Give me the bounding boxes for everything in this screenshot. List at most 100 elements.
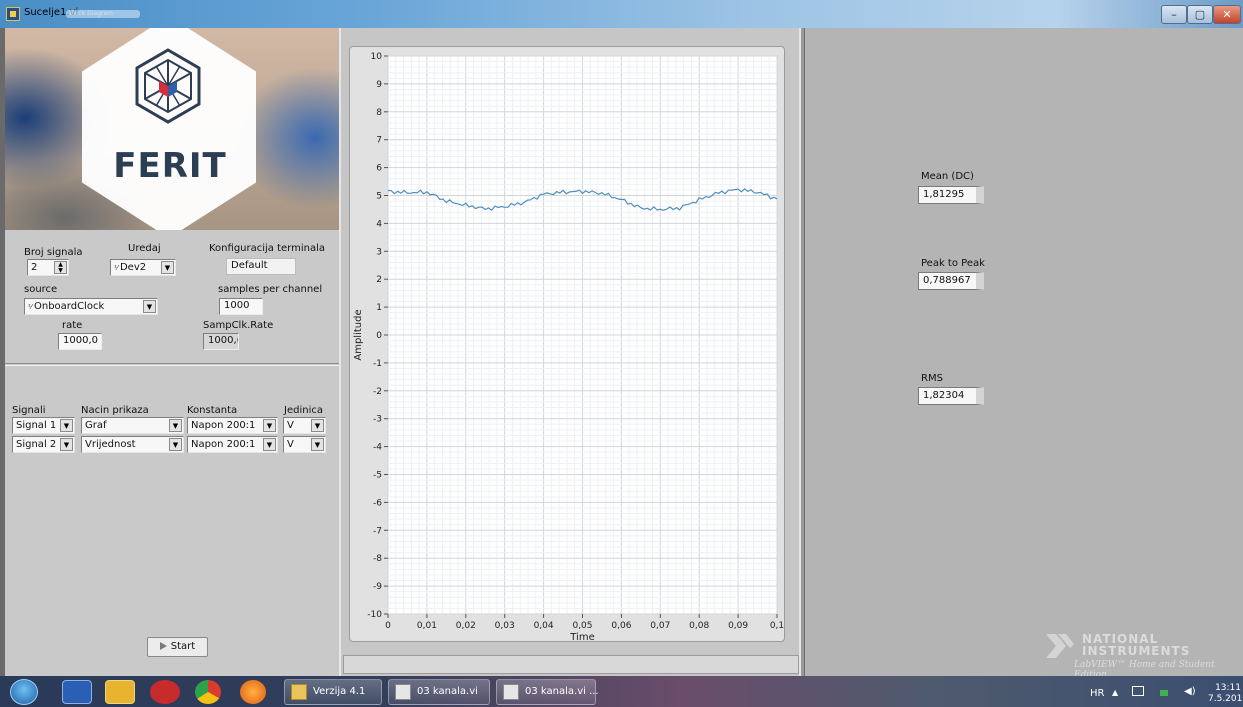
samples-input[interactable]: 1000 — [219, 298, 263, 315]
taskbar — [0, 676, 1243, 707]
start-button[interactable]: Start — [147, 637, 208, 657]
y-tick-label: 2 — [376, 275, 382, 285]
rate-label: rate — [62, 320, 83, 331]
y-tick-label: 1 — [376, 303, 382, 313]
waveform-graph[interactable]: 109876543210-1-2-3-4-5-6-7-8-9-100 0,01 0,… — [349, 46, 785, 642]
maximize-button[interactable]: ▢ — [1187, 5, 1213, 24]
source-value: OnboardClock — [33, 301, 105, 312]
increment-decrement-icon[interactable]: ▲ ▼ — [54, 261, 67, 274]
language-indicator[interactable]: HR — [1090, 688, 1104, 699]
taskbar-item-verzija[interactable]: Verzija 4.1 — [284, 679, 382, 705]
col-header-jedinica: Jedinica — [284, 405, 323, 416]
y-tick-label: -7 — [373, 526, 382, 536]
prikaz-select[interactable]: Vrijednost ▼ — [81, 436, 184, 453]
sampclk-label: SampClk.Rate — [203, 320, 274, 331]
explorer-icon[interactable] — [105, 680, 135, 704]
taskbar-item-03-kanala[interactable]: 03 kanala.vi — [388, 679, 490, 705]
dropdown-arrow-icon[interactable]: ▼ — [143, 300, 156, 313]
taskbar-item-label: 03 kanala.vi ... — [525, 686, 599, 697]
y-tick-label: 5 — [376, 192, 382, 202]
x-axis-label: Time — [569, 632, 594, 642]
y-tick-label: 10 — [371, 52, 383, 62]
rate-input[interactable]: 1000,0 — [58, 333, 102, 350]
dropdown-arrow-icon[interactable]: ▼ — [311, 438, 324, 451]
uredaj-label: Uredaj — [128, 243, 161, 254]
signal-select[interactable]: Signal 2 ▼ — [12, 436, 75, 453]
taskbar-item-03-kanala-2[interactable]: 03 kanala.vi ... — [496, 679, 599, 705]
prikaz-select[interactable]: Graf ▼ — [81, 417, 184, 434]
app-red-icon[interactable] — [150, 680, 180, 704]
ferit-banner: FERIT — [5, 28, 339, 230]
start-orb-icon[interactable] — [10, 679, 38, 705]
dropdown-arrow-icon[interactable]: ▼ — [169, 438, 182, 451]
y-tick-label: 0 — [376, 331, 382, 341]
minimize-button[interactable]: – — [1161, 5, 1187, 24]
jedinica-select[interactable]: V ▼ — [283, 417, 326, 434]
y-tick-label: 4 — [376, 219, 382, 229]
broj-signala-value: 2 — [31, 262, 38, 273]
tray-clock[interactable]: 13:11 7.5.2018 — [1208, 683, 1243, 705]
y-tick-label: 3 — [376, 247, 382, 257]
dropdown-arrow-icon[interactable]: ▼ — [263, 419, 276, 432]
dropdown-arrow-icon[interactable]: ▼ — [263, 438, 276, 451]
labview-icon — [503, 684, 519, 700]
signal-value: Signal 1 — [16, 420, 57, 431]
signal-select[interactable]: Signal 1 ▼ — [12, 417, 75, 434]
tray-chevron-icon[interactable]: ▲ — [1112, 688, 1118, 697]
y-tick-label: -6 — [373, 498, 382, 508]
volume-icon[interactable]: ◀) — [1184, 686, 1196, 697]
dropdown-arrow-icon[interactable]: ▼ — [311, 419, 324, 432]
broj-signala-numeric[interactable]: 2 ▲ ▼ — [27, 259, 69, 276]
source-select[interactable]: ⅟ OnboardClock ▼ — [24, 298, 158, 315]
jedinica-select[interactable]: V ▼ — [283, 436, 326, 453]
dropdown-arrow-icon[interactable]: ▼ — [60, 438, 73, 451]
konstanta-value: Napon 200:1 — [191, 439, 256, 450]
signal-value: Signal 2 — [16, 439, 57, 450]
labview-vi-icon — [6, 7, 20, 21]
x-tick-label: 0,09 — [728, 621, 748, 631]
col-header-signali: Signali — [12, 405, 46, 416]
firefox-icon[interactable] — [240, 680, 266, 704]
konstanta-select[interactable]: Napon 200:1 ▼ — [187, 436, 278, 453]
x-tick-label: 0,05 — [572, 621, 592, 631]
x-tick-label: 0,07 — [650, 621, 670, 631]
word-icon[interactable] — [62, 680, 92, 704]
clock-date: 7.5.2018 — [1208, 694, 1243, 704]
konstanta-select[interactable]: Napon 200:1 ▼ — [187, 417, 278, 434]
uredaj-select[interactable]: ⅟ Dev2 ▼ — [110, 259, 176, 276]
jedinica-value: V — [287, 439, 294, 450]
window-title-bar[interactable] — [0, 0, 1243, 28]
sampclk-indicator: 1000,( — [203, 333, 239, 350]
network-icon[interactable] — [1132, 686, 1144, 696]
close-button[interactable]: ✕ — [1213, 5, 1241, 24]
io-name-icon: ⅟ — [114, 264, 118, 272]
ferit-logo-icon — [135, 48, 201, 124]
prikaz-value: Graf — [85, 420, 107, 431]
x-tick-label: 0,08 — [689, 621, 709, 631]
konfiguracija-value[interactable]: Default — [226, 258, 296, 275]
y-tick-label: -5 — [373, 471, 382, 481]
labview-icon — [395, 684, 411, 700]
right-panel — [805, 28, 1243, 676]
tray-app-icon[interactable] — [1160, 690, 1168, 696]
y-tick-label: -10 — [367, 610, 382, 620]
window-title-suffix: Block Diagram — [66, 10, 140, 18]
mean-label: Mean (DC) — [921, 171, 974, 182]
graph-scrollbar[interactable] — [343, 655, 799, 674]
rms-indicator: 1,82304 — [918, 387, 984, 405]
y-tick-label: -2 — [373, 387, 382, 397]
dropdown-arrow-icon[interactable]: ▼ — [169, 419, 182, 432]
y-tick-label: -4 — [373, 443, 382, 453]
left-separator — [5, 363, 339, 366]
samples-label: samples per channel — [218, 284, 323, 295]
clock-time: 13:11 — [1215, 683, 1241, 693]
x-tick-label: 0,02 — [456, 621, 476, 631]
play-icon — [159, 642, 167, 650]
dropdown-arrow-icon[interactable]: ▼ — [161, 261, 174, 274]
uredaj-value: Dev2 — [119, 262, 147, 273]
p2p-label: Peak to Peak — [921, 258, 985, 269]
chrome-icon[interactable] — [195, 680, 221, 704]
mean-indicator: 1,81295 — [918, 186, 984, 204]
ferit-logo-text: FERIT — [113, 146, 227, 186]
dropdown-arrow-icon[interactable]: ▼ — [60, 419, 73, 432]
